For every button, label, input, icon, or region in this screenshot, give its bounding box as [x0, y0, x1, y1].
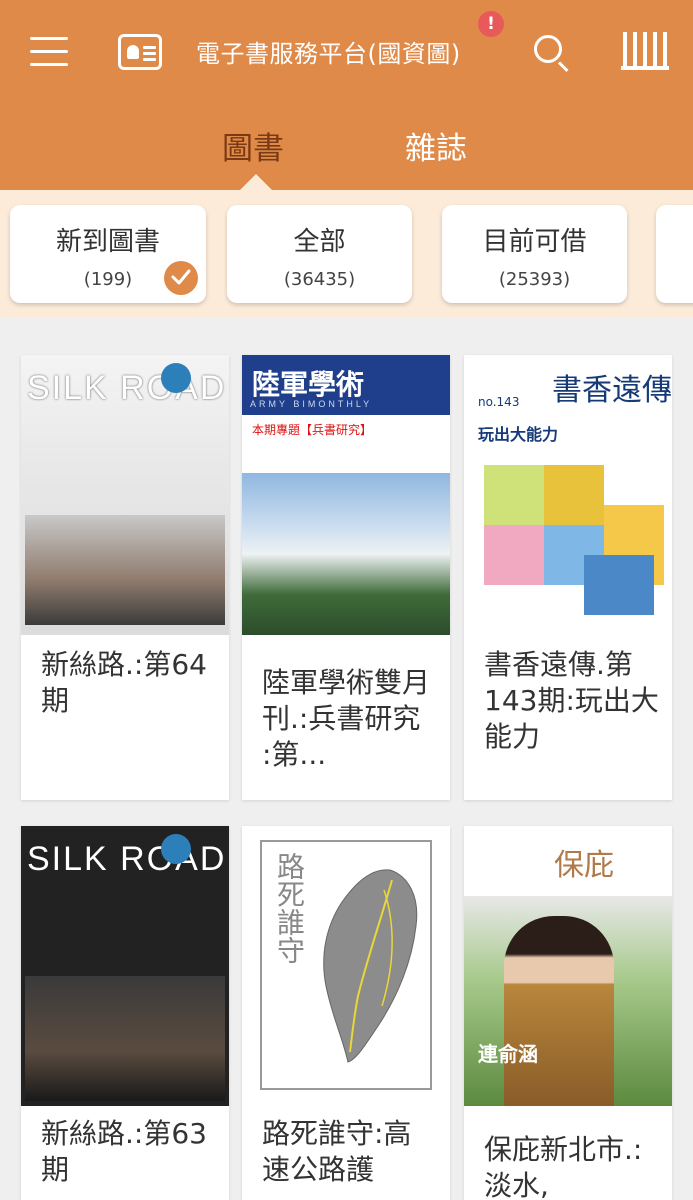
cover-photo — [25, 515, 225, 625]
book-cover: 陸軍學術 ARMY BIMONTHLY 本期專題【兵書研究】 — [242, 355, 450, 635]
search-icon[interactable] — [532, 33, 572, 73]
cover-badge-icon — [161, 834, 191, 864]
cover-subtitle: ARMY BIMONTHLY — [250, 399, 373, 409]
book-card[interactable]: SILK ROAD 新絲路.:第64期 — [21, 355, 229, 800]
taiwan-map-icon — [323, 869, 418, 1063]
filter-label: 目前可借 — [482, 227, 587, 257]
check-icon — [164, 261, 198, 295]
filter-label: 新到圖書 — [55, 227, 160, 257]
cover-title: 陸軍學術 — [252, 368, 365, 401]
cover-headline: 本期專題【兵書研究】 — [252, 423, 373, 437]
filter-count: (36435) — [283, 269, 356, 290]
cover-badge-icon — [161, 363, 191, 393]
book-card[interactable]: SILK ROAD 新絲路.:第63期 — [21, 826, 229, 1200]
tab-magazines[interactable]: 雜誌 — [405, 123, 467, 168]
book-cover: 書香遠傳 no.143 玩出大能力 — [464, 355, 672, 635]
cover-person — [504, 916, 614, 1106]
book-title: 陸軍學術雙月刊.:兵書研究 :第... — [262, 666, 431, 771]
filter-count: (25393) — [498, 269, 571, 290]
cover-headline: 玩出大能力 — [478, 425, 559, 444]
cover-photo — [25, 976, 225, 1101]
filter-all[interactable]: 全部 (36435) — [227, 205, 412, 303]
book-title: 路死誰守:高速公路護 — [262, 1117, 412, 1186]
app-title[interactable]: 電子書服務平台(國資圖) — [196, 34, 461, 69]
book-title: 新絲路.:第63期 — [41, 1117, 207, 1186]
cover-title: 保庇 — [554, 848, 614, 883]
menu-icon[interactable] — [30, 37, 68, 67]
filter-more[interactable] — [656, 205, 693, 303]
cover-title: 路死誰守 — [273, 852, 306, 964]
book-cover: SILK ROAD — [21, 826, 229, 1106]
tab-books[interactable]: 圖書 — [222, 123, 284, 168]
book-card[interactable]: 保庇 連俞涵 保庇新北市.:淡水, — [464, 826, 672, 1200]
filter-available[interactable]: 目前可借 (25393) — [442, 205, 627, 303]
filter-label: 全部 — [293, 227, 346, 257]
app-header: 電子書服務平台(國資圖) ! 圖書 雜誌 — [0, 0, 693, 190]
cover-title: 書香遠傳 — [552, 373, 672, 408]
book-cover: SILK ROAD — [21, 355, 229, 635]
book-cover: 路死誰守 — [242, 826, 450, 1106]
active-tab-indicator — [240, 174, 272, 190]
book-card[interactable]: 書香遠傳 no.143 玩出大能力 書香遠傳.第143期:玩出大能力 — [464, 355, 672, 800]
filter-new-books[interactable]: 新到圖書 (199) — [10, 205, 206, 303]
book-title: 新絲路.:第64期 — [41, 648, 207, 717]
notification-badge: ! — [478, 11, 504, 37]
cover-brand: SILK ROAD — [27, 840, 227, 878]
book-card[interactable]: 陸軍學術 ARMY BIMONTHLY 本期專題【兵書研究】 陸軍學術雙月刊.:… — [242, 355, 450, 800]
cover-photo — [242, 473, 450, 635]
library-card-icon[interactable] — [118, 34, 162, 70]
book-card[interactable]: 路死誰守 路死誰守:高速公路護 — [242, 826, 450, 1200]
cover-brand: SILK ROAD — [27, 369, 227, 407]
barcode-scan-icon[interactable] — [621, 32, 669, 70]
book-title: 保庇新北市.:淡水, — [484, 1133, 643, 1200]
book-title: 書香遠傳.第143期:玩出大能力 — [484, 648, 659, 753]
cover-name: 連俞涵 — [478, 1042, 538, 1066]
book-cover: 保庇 連俞涵 — [464, 826, 672, 1106]
filter-bar: 新到圖書 (199) 全部 (36435) 目前可借 (25393) — [0, 190, 693, 318]
cover-issue: no.143 — [478, 395, 520, 409]
